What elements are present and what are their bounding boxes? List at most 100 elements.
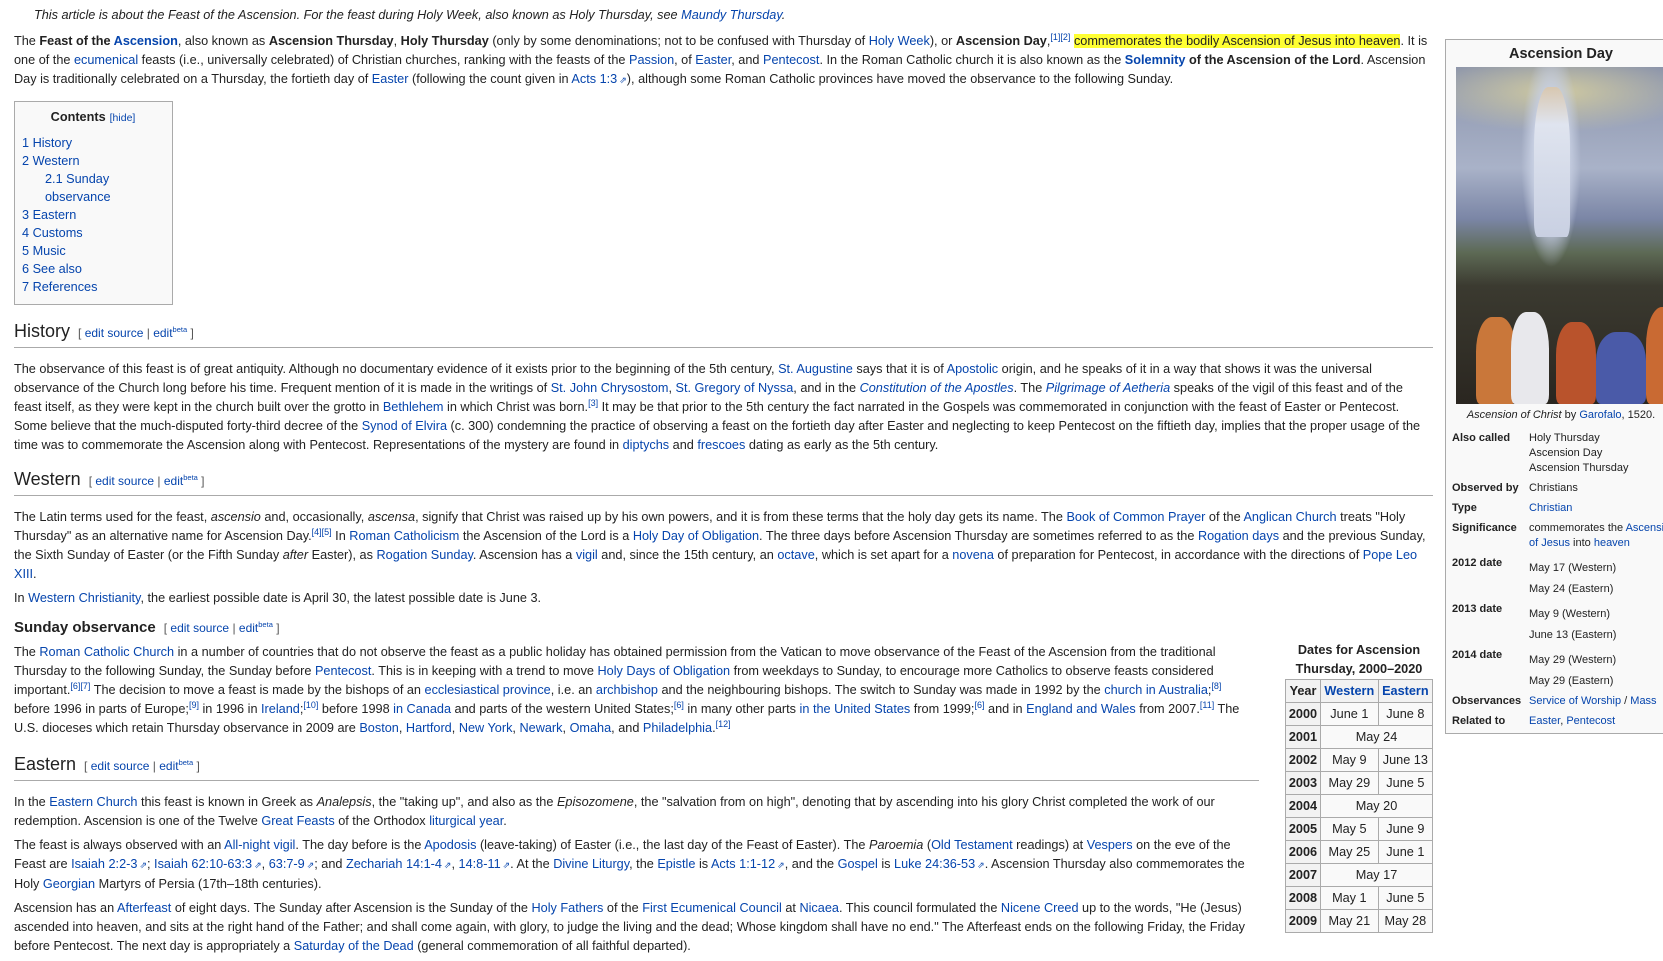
toc-item[interactable]: 7 References [22, 278, 164, 296]
toc-item[interactable]: 4 Customs [22, 224, 164, 242]
wiki-link[interactable]: St. Gregory of Nyssa [676, 381, 794, 395]
wiki-link[interactable]: Passion [629, 53, 674, 67]
wiki-link[interactable]: Ireland [261, 702, 300, 716]
wiki-link[interactable]: Holy Week [869, 34, 930, 48]
ascension-painting-image[interactable] [1456, 67, 1663, 404]
wiki-link[interactable]: New York [459, 721, 513, 735]
citation-link[interactable]: [1][2] [1050, 32, 1070, 42]
wiki-link[interactable]: Anglican Church [1243, 510, 1336, 524]
toc-item[interactable]: 3 Eastern [22, 206, 164, 224]
edit-source-link[interactable]: edit source [170, 621, 229, 635]
citation-link[interactable]: [3] [588, 398, 598, 408]
wiki-link[interactable]: octave [777, 548, 814, 562]
wiki-link[interactable]: vigil [576, 548, 598, 562]
edit-source-link[interactable]: edit source [95, 474, 154, 488]
wiki-link[interactable]: Holy Day of Obligation [633, 529, 759, 543]
citation-link[interactable]: [6] [974, 700, 984, 710]
wiki-link[interactable]: Book of Common Prayer [1066, 510, 1205, 524]
citation-link[interactable]: [9] [189, 700, 199, 710]
citation-link[interactable]: [8] [1211, 681, 1221, 691]
wiki-link[interactable]: Service of Worship [1529, 695, 1621, 707]
wiki-link[interactable]: Pentecost [315, 664, 371, 678]
citation-link[interactable]: [6] [674, 700, 684, 710]
wiki-link[interactable]: church in Australia [1104, 683, 1208, 697]
wiki-link[interactable]: Apostolic [947, 362, 998, 376]
edit-beta-link[interactable]: edit [239, 621, 258, 635]
wiki-link[interactable]: Pentecost [1566, 715, 1615, 727]
wiki-link[interactable]: in the United States [800, 702, 911, 716]
toc-item[interactable]: 6 See also [22, 260, 164, 278]
toc-item[interactable]: 5 Music [22, 242, 164, 260]
wiki-link[interactable]: Western Christianity [28, 591, 140, 605]
wiki-link[interactable]: Omaha [570, 721, 612, 735]
wiki-link[interactable]: Holy Fathers [531, 901, 603, 915]
wiki-link[interactable]: frescoes [697, 438, 745, 452]
wiki-link[interactable]: Roman Catholic Church [39, 645, 174, 659]
wiki-link[interactable]: Nicaea [799, 901, 839, 915]
edit-source-link[interactable]: edit source [85, 326, 144, 340]
edit-beta-link[interactable]: edit [159, 759, 178, 773]
external-link[interactable]: Acts 1:3 [571, 72, 626, 86]
wiki-link[interactable]: Ascension [1626, 522, 1663, 534]
citation-link[interactable]: [11] [1200, 700, 1214, 710]
wiki-link[interactable]: First Ecumenical Council [642, 901, 782, 915]
toc-item[interactable]: 1 History [22, 134, 164, 152]
external-link[interactable]: Zechariah 14:1-4 [346, 857, 451, 871]
wiki-link[interactable]: All-night vigil [224, 838, 295, 852]
wiki-link[interactable]: heaven [1594, 537, 1630, 549]
wiki-link[interactable]: Hartford [406, 721, 452, 735]
toc-item[interactable]: 2.1 Sunday observance [22, 170, 164, 206]
wiki-link[interactable]: Old Testament [931, 838, 1013, 852]
wiki-link[interactable]: diptychs [623, 438, 670, 452]
edit-source-link[interactable]: edit source [91, 759, 150, 773]
wiki-link[interactable]: Easter [372, 72, 409, 86]
wiki-link[interactable]: Gospel [838, 857, 878, 871]
toc-hide-link[interactable]: [hide] [110, 112, 136, 124]
wiki-link[interactable]: Pentecost [763, 53, 819, 67]
wiki-link[interactable]: ecumenical [74, 53, 138, 67]
wiki-link[interactable]: Apodosis [424, 838, 476, 852]
wiki-link[interactable]: Easter [695, 53, 731, 67]
wiki-link[interactable]: Ascension [114, 34, 178, 48]
wiki-link[interactable]: ecclesiastical province [425, 683, 551, 697]
wiki-link[interactable]: Mass [1630, 695, 1656, 707]
citation-link[interactable]: [10] [303, 700, 318, 710]
wiki-link[interactable]: Epistle [657, 857, 695, 871]
wiki-link[interactable]: Pilgrimage of Aetheria [1046, 381, 1170, 395]
wiki-link[interactable]: Roman Catholicism [349, 529, 459, 543]
wiki-link[interactable]: Vespers [1087, 838, 1133, 852]
wiki-link[interactable]: Saturday of the Dead [294, 939, 414, 953]
wiki-link[interactable]: liturgical year [429, 814, 503, 828]
external-link[interactable]: Isaiah 2:2-3 [71, 857, 147, 871]
edit-beta-link[interactable]: edit [153, 326, 172, 340]
wiki-link[interactable]: Afterfeast [117, 901, 171, 915]
wiki-link[interactable]: Christian [1529, 502, 1572, 514]
wiki-link[interactable]: Easter [1529, 715, 1560, 727]
external-link[interactable]: Acts 1:1-12 [711, 857, 785, 871]
external-link[interactable]: Luke 24:36-53 [894, 857, 985, 871]
citation-link[interactable]: [12] [716, 719, 731, 729]
wiki-link[interactable]: St. Augustine [778, 362, 853, 376]
wiki-link[interactable]: Newark [519, 721, 562, 735]
edit-beta-link[interactable]: edit [164, 474, 183, 488]
wiki-link[interactable]: archbishop [596, 683, 658, 697]
wiki-link[interactable]: Constitution of the Apostles [860, 381, 1014, 395]
citation-link[interactable]: [6][7] [70, 681, 90, 691]
wiki-link[interactable]: Boston [359, 721, 399, 735]
citation-link[interactable]: [4][5] [312, 527, 332, 537]
wiki-link[interactable]: Rogation days [1198, 529, 1279, 543]
toc-item[interactable]: 2 Western [22, 152, 164, 170]
wiki-link[interactable]: St. John Chrysostom [551, 381, 669, 395]
wiki-link[interactable]: novena [952, 548, 994, 562]
wiki-link[interactable]: in Canada [393, 702, 451, 716]
wiki-link[interactable]: Solemnity [1125, 53, 1186, 67]
wiki-link[interactable]: Divine Liturgy [553, 857, 629, 871]
external-link[interactable]: 14:8-11 [459, 857, 511, 871]
wiki-link[interactable]: Georgian [43, 877, 95, 891]
wiki-link[interactable]: Bethlehem [383, 400, 444, 414]
wiki-link[interactable]: Holy Days of Obligation [598, 664, 731, 678]
wiki-link[interactable]: Eastern Church [49, 795, 137, 809]
wiki-link[interactable]: Maundy Thursday [681, 8, 782, 22]
wiki-link[interactable]: of Jesus [1529, 537, 1570, 549]
wiki-link[interactable]: England and Wales [1026, 702, 1136, 716]
